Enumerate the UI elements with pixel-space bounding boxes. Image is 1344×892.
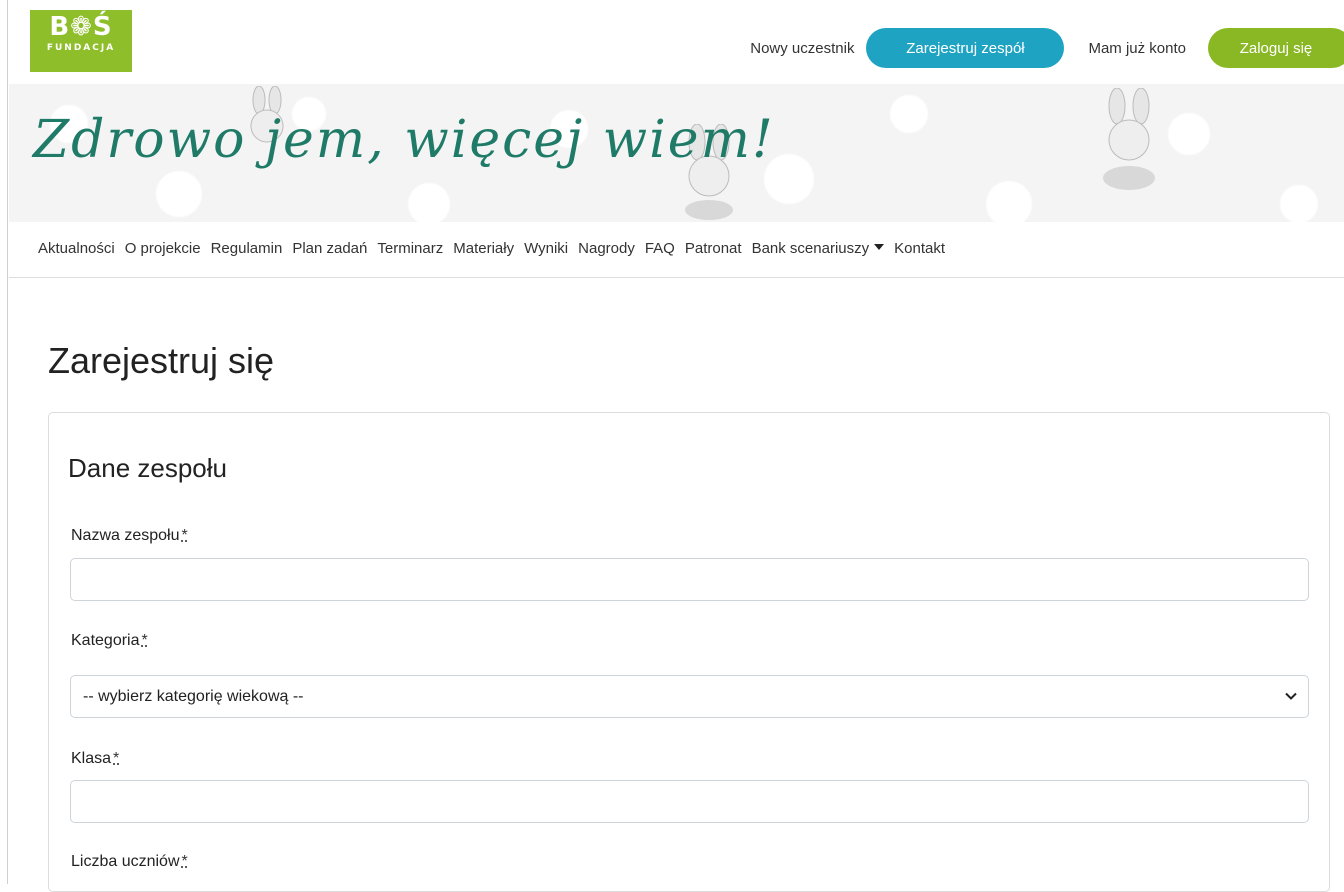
registration-form-card: Dane zespołu Nazwa zespołu * Kategoria * -… xyxy=(48,412,1330,892)
bunny-illustration-icon xyxy=(1103,88,1155,190)
nav-item-news[interactable]: Aktualności xyxy=(38,240,115,257)
nav-item-schedule[interactable]: Terminarz xyxy=(377,240,443,257)
category-select[interactable]: -- wybierz kategorię wiekową -- xyxy=(70,675,1309,718)
top-bar: B❁Ś FUNDACJA Nowy uczestnik Zarejestruj … xyxy=(9,0,1344,84)
required-marker: * xyxy=(181,527,188,544)
required-marker: * xyxy=(181,853,188,870)
section-title: Dane zespołu xyxy=(68,453,227,483)
nav-item-contact[interactable]: Kontakt xyxy=(894,240,945,257)
category-selected-value: -- wybierz kategorię wiekową -- xyxy=(83,687,304,705)
team-name-label: Nazwa zespołu * xyxy=(71,527,188,545)
has-account-text: Mam już konto xyxy=(1088,39,1186,57)
login-button[interactable]: Zaloguj się xyxy=(1208,28,1344,68)
nav-item-about[interactable]: O projekcie xyxy=(125,240,201,257)
team-name-label-text: Nazwa zespołu xyxy=(71,527,180,544)
nav-item-results[interactable]: Wyniki xyxy=(524,240,568,257)
nav-item-faq[interactable]: FAQ xyxy=(645,240,675,257)
students-count-label: Liczba uczniów * xyxy=(71,853,188,871)
nav-item-task-plan[interactable]: Plan zadań xyxy=(292,240,367,257)
chevron-down-icon xyxy=(1285,692,1297,700)
register-team-button[interactable]: Zarejestruj zespół xyxy=(866,28,1065,68)
bos-foundation-logo[interactable]: B❁Ś FUNDACJA xyxy=(30,10,132,72)
nav-item-scenario-bank[interactable]: Bank scenariuszy xyxy=(752,240,885,257)
banner-title: Zdrowo jem, więcej wiem! xyxy=(33,110,775,170)
page-title: Zarejestruj się xyxy=(48,340,275,381)
new-participant-text: Nowy uczestnik xyxy=(750,39,855,57)
nav-item-rules[interactable]: Regulamin xyxy=(211,240,283,257)
required-marker: * xyxy=(113,750,120,767)
students-count-label-text: Liczba uczniów xyxy=(71,853,180,870)
class-label-text: Klasa xyxy=(71,750,112,767)
page-left-edge xyxy=(0,0,8,884)
nav-item-prizes[interactable]: Nagrody xyxy=(578,240,635,257)
class-label: Klasa * xyxy=(71,750,119,768)
required-marker: * xyxy=(141,632,148,649)
nav-item-patronage[interactable]: Patronat xyxy=(685,240,742,257)
category-label: Kategoria * xyxy=(71,632,148,650)
nav-item-materials[interactable]: Materiały xyxy=(453,240,514,257)
main-nav: Aktualności O projekcie Regulamin Plan z… xyxy=(9,222,1344,278)
nav-item-scenario-bank-label: Bank scenariuszy xyxy=(751,240,870,257)
logo-wordmark: B❁Ś xyxy=(49,12,113,42)
logo-subtitle: FUNDACJA xyxy=(46,43,116,53)
category-label-text: Kategoria xyxy=(71,632,140,649)
account-actions: Nowy uczestnik Zarejestruj zespół Mam ju… xyxy=(750,28,1344,68)
caret-down-icon xyxy=(874,244,885,250)
header-banner: Zdrowo jem, więcej wiem! xyxy=(9,84,1344,222)
class-input[interactable] xyxy=(70,780,1309,823)
team-name-input[interactable] xyxy=(70,558,1309,601)
